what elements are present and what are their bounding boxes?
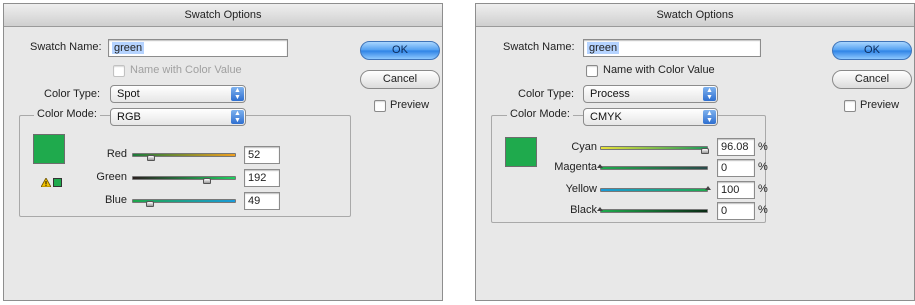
slider-thumb-blue[interactable] — [146, 201, 154, 207]
slider-unit-magenta: % — [758, 161, 768, 173]
slider-input-yellow[interactable]: 100 — [717, 181, 755, 199]
slider-track-green[interactable] — [132, 176, 236, 180]
slider-input-red[interactable]: 52 — [244, 146, 280, 164]
slider-label-black: Black — [570, 204, 597, 216]
slider-label-yellow: Yellow — [565, 183, 597, 195]
name-with-color-value-label: Name with Color Value — [130, 64, 242, 76]
swatch-options-dialog-cmyk: Swatch Options Swatch Name: green Name w… — [475, 3, 915, 301]
slider-unit-cyan: % — [758, 141, 768, 153]
out-of-gamut-warning-icon[interactable] — [41, 178, 51, 187]
chevron-updown-icon: ▲ ▼ — [703, 110, 716, 124]
slider-value-green: 192 — [248, 172, 267, 184]
color-mode-label: Color Mode: — [34, 108, 100, 120]
swatch-options-dialog-rgb: Swatch Options Swatch Name: green Name w… — [3, 3, 443, 301]
color-type-select[interactable]: Spot ▲ ▼ — [110, 85, 246, 103]
slider-value-red: 52 — [248, 149, 261, 161]
chevron-updown-icon: ▲ ▼ — [231, 87, 244, 101]
slider-value-magenta: 0 — [721, 162, 728, 174]
color-type-value: Spot — [117, 88, 140, 100]
slider-value-blue: 49 — [248, 195, 261, 207]
gamut-color-swatch[interactable] — [53, 178, 62, 187]
cancel-button[interactable]: Cancel — [832, 70, 912, 89]
color-type-value: Process — [590, 88, 630, 100]
slider-track-cyan[interactable] — [600, 146, 708, 150]
preview-label: Preview — [390, 99, 430, 111]
slider-thumb-cyan[interactable] — [701, 148, 709, 154]
swatch-name-input[interactable]: green — [108, 39, 288, 57]
dialog-title: Swatch Options — [476, 4, 914, 27]
ok-button[interactable]: OK — [832, 41, 912, 60]
preview-label: Preview — [860, 99, 900, 111]
slider-label-magenta: Magenta — [554, 161, 597, 173]
swatch-name-label: Swatch Name: — [503, 41, 575, 53]
slider-value-black: 0 — [721, 205, 728, 217]
slider-track-black[interactable] — [600, 209, 708, 213]
slider-input-magenta[interactable]: 0 — [717, 159, 755, 177]
slider-thumb-yellow[interactable] — [705, 186, 711, 190]
chevron-updown-icon: ▲ ▼ — [703, 87, 716, 101]
slider-thumb-magenta[interactable] — [597, 164, 603, 168]
slider-label-cyan: Cyan — [571, 141, 597, 153]
color-swatch-preview — [505, 137, 537, 167]
slider-thumb-red[interactable] — [147, 155, 155, 161]
color-type-select[interactable]: Process ▲ ▼ — [583, 85, 718, 103]
color-mode-value: CMYK — [590, 111, 622, 123]
swatch-name-label: Swatch Name: — [30, 41, 102, 53]
name-with-color-value-checkbox[interactable] — [113, 65, 125, 77]
color-mode-label: Color Mode: — [507, 108, 573, 120]
slider-input-green[interactable]: 192 — [244, 169, 280, 187]
preview-checkbox[interactable] — [374, 100, 386, 112]
preview-checkbox[interactable] — [844, 100, 856, 112]
swatch-name-value: green — [587, 42, 620, 54]
slider-value-yellow: 100 — [721, 184, 740, 196]
color-mode-value: RGB — [117, 111, 141, 123]
name-with-color-value-label: Name with Color Value — [603, 64, 715, 76]
dialog-title: Swatch Options — [4, 4, 442, 27]
color-swatch-preview — [33, 134, 65, 164]
color-mode-select[interactable]: RGB ▲ ▼ — [110, 108, 246, 126]
chevron-updown-icon: ▲ ▼ — [231, 110, 244, 124]
cancel-button[interactable]: Cancel — [360, 70, 440, 89]
ok-button[interactable]: OK — [360, 41, 440, 60]
slider-unit-black: % — [758, 204, 768, 216]
swatch-name-value: green — [112, 42, 145, 54]
slider-input-cyan[interactable]: 96.08 — [717, 138, 755, 156]
slider-value-cyan: 96.08 — [721, 141, 749, 153]
slider-thumb-black[interactable] — [597, 207, 603, 211]
slider-input-black[interactable]: 0 — [717, 202, 755, 220]
slider-label-red: Red — [106, 148, 127, 160]
color-type-label: Color Type: — [518, 88, 575, 100]
swatch-name-input[interactable]: green — [583, 39, 761, 57]
slider-input-blue[interactable]: 49 — [244, 192, 280, 210]
color-type-label: Color Type: — [44, 88, 101, 100]
slider-label-blue: Blue — [104, 194, 127, 206]
slider-unit-yellow: % — [758, 183, 768, 195]
slider-track-yellow[interactable] — [600, 188, 708, 192]
slider-label-green: Green — [96, 171, 127, 183]
color-mode-select[interactable]: CMYK ▲ ▼ — [583, 108, 718, 126]
slider-track-magenta[interactable] — [600, 166, 708, 170]
slider-thumb-green[interactable] — [203, 178, 211, 184]
name-with-color-value-checkbox[interactable] — [586, 65, 598, 77]
